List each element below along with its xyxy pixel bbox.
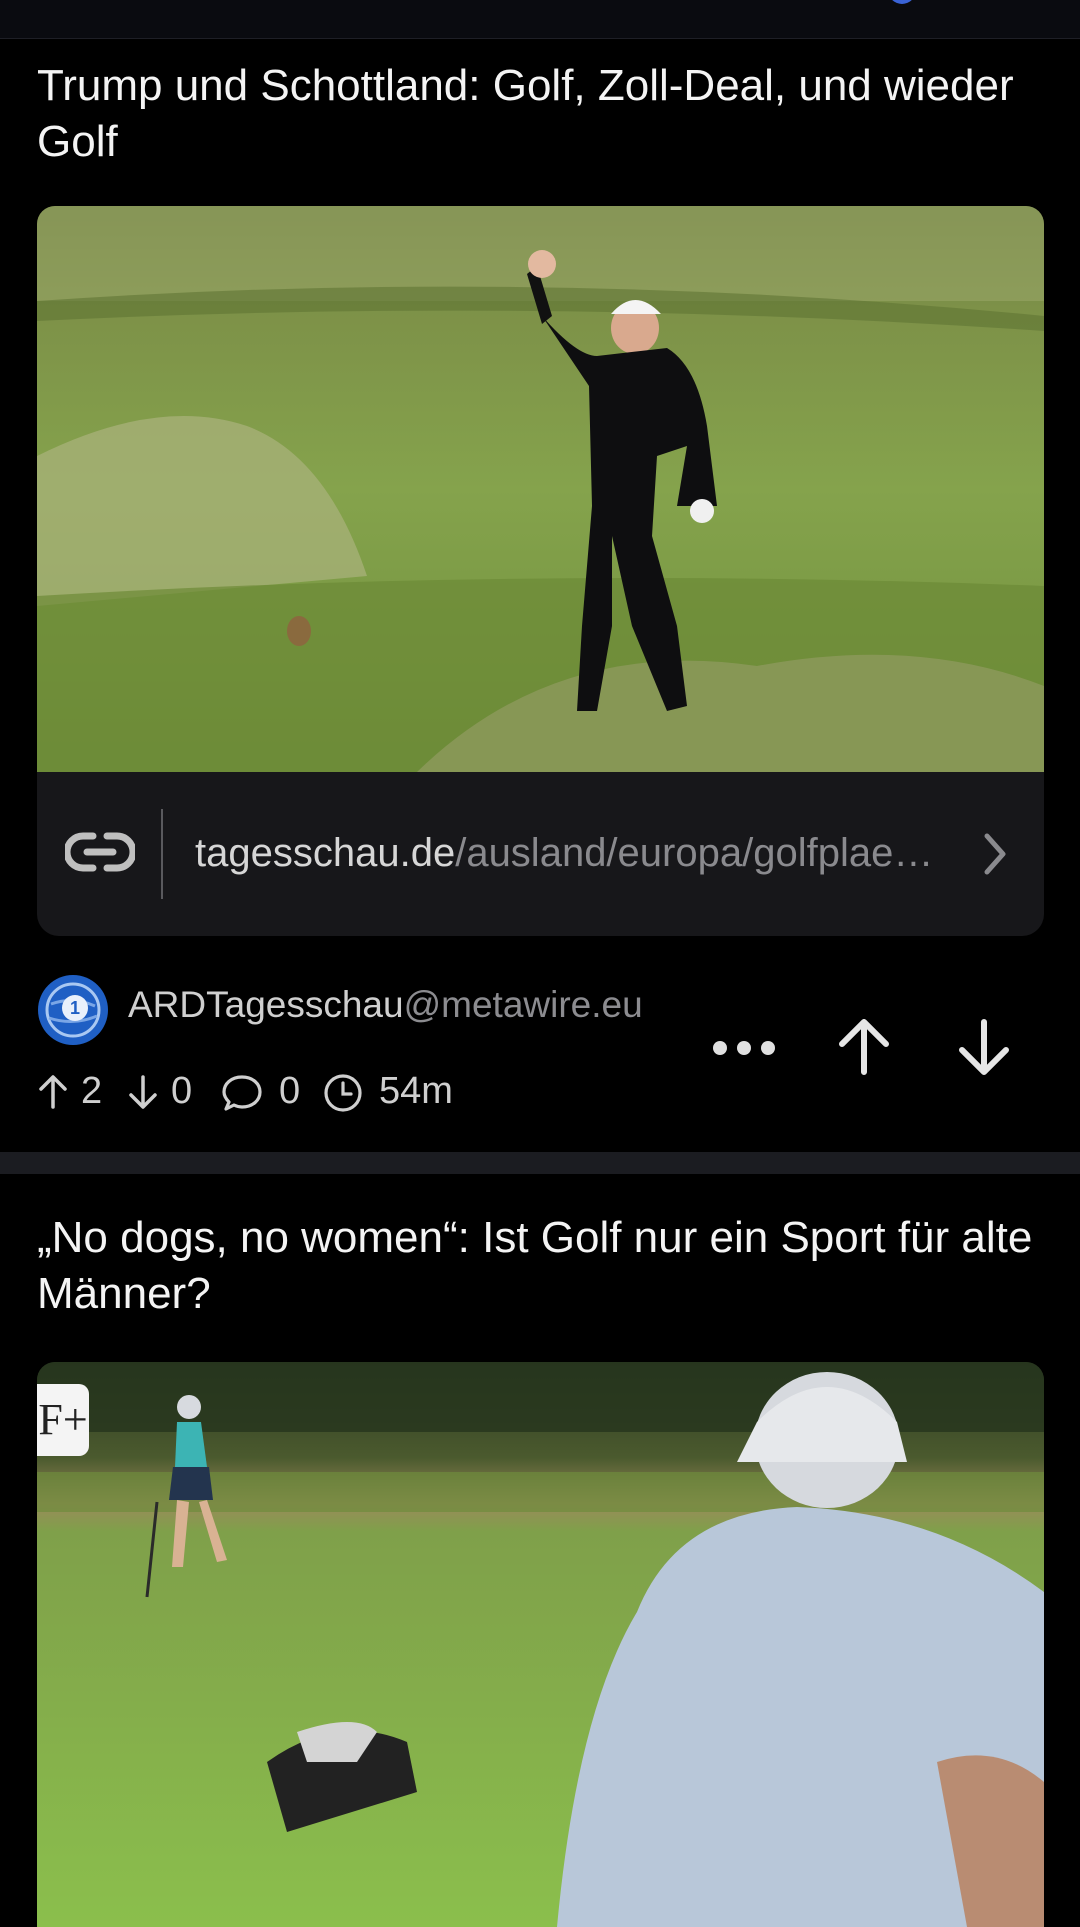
plus-badge: F+ [37, 1384, 89, 1456]
link-url[interactable]: tagesschau.de/ausland/europa/golfplae… [195, 828, 933, 878]
post-stats: 2 0 0 54m [37, 1069, 597, 1113]
link-preview[interactable]: tagesschau.de/ausland/europa/golfplae… [37, 772, 1044, 936]
arrow-down-icon [129, 1075, 157, 1109]
post-title[interactable]: „No dogs, no women“: Ist Golf nur ein Sp… [37, 1210, 1037, 1322]
post-card[interactable]: „No dogs, no women“: Ist Golf nur ein Sp… [0, 1174, 1080, 1927]
downvote-button[interactable] [956, 1018, 1012, 1078]
post-card[interactable]: Trump und Schottland: Golf, Zoll-Deal, u… [0, 38, 1080, 1150]
arrow-up-icon [39, 1075, 67, 1109]
post-separator [0, 1152, 1080, 1174]
clock-icon [324, 1074, 362, 1112]
author-handle[interactable]: ARDTagesschau@metawire.eu [128, 983, 643, 1027]
author-avatar[interactable]: 1 [37, 974, 109, 1046]
link-icon [65, 832, 135, 872]
link-domain: tagesschau.de [195, 831, 456, 875]
chevron-right-icon [984, 833, 1006, 875]
author-instance: @metawire.eu [403, 984, 643, 1025]
golf-course-photo [37, 1362, 1044, 1927]
post-title[interactable]: Trump und Schottland: Golf, Zoll-Deal, u… [37, 58, 1037, 170]
post-thumbnail[interactable]: F+ [37, 1362, 1044, 1927]
link-divider [161, 809, 163, 899]
profile-avatar[interactable] [888, 0, 916, 4]
upvote-button[interactable] [836, 1016, 892, 1076]
comment-icon [222, 1075, 262, 1111]
link-path: /ausland/europa/golfplae… [455, 831, 934, 875]
svg-text:1: 1 [70, 998, 80, 1018]
top-app-bar [0, 0, 1080, 39]
author-user: ARDTagesschau [128, 984, 404, 1025]
golfer-waving-photo [37, 206, 1044, 772]
more-dots-icon[interactable] [712, 1036, 776, 1060]
post-thumbnail[interactable] [37, 206, 1044, 772]
